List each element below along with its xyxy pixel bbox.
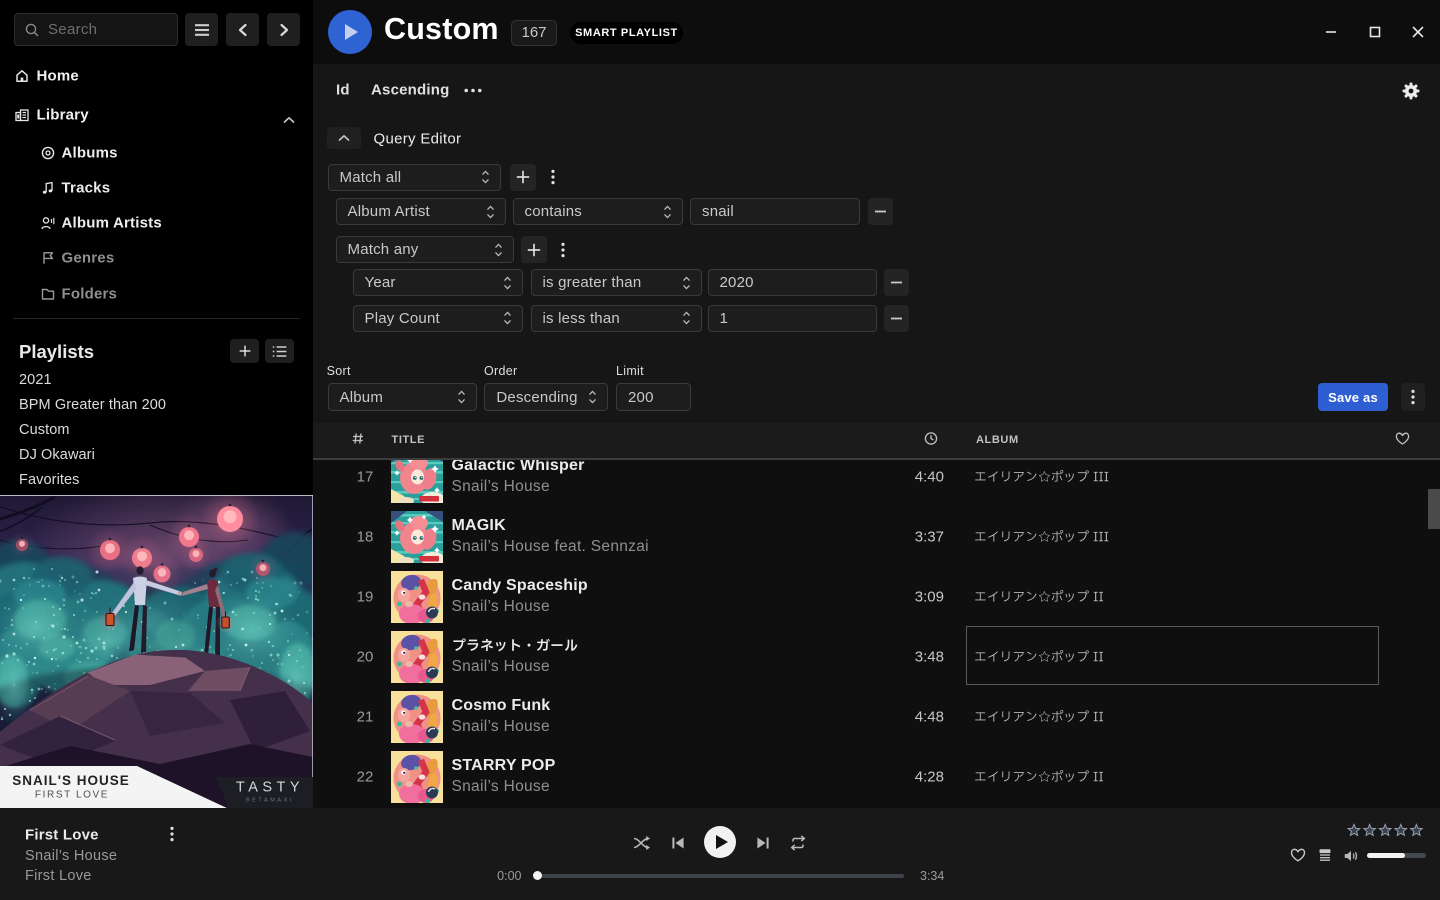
svg-text:FIRST LOVE: FIRST LOVE — [35, 790, 109, 801]
svg-text:BETAMAXI: BETAMAXI — [246, 798, 294, 804]
svg-text:SNAIL'S HOUSE: SNAIL'S HOUSE — [12, 773, 129, 788]
svg-text:TASTY: TASTY — [236, 780, 304, 796]
